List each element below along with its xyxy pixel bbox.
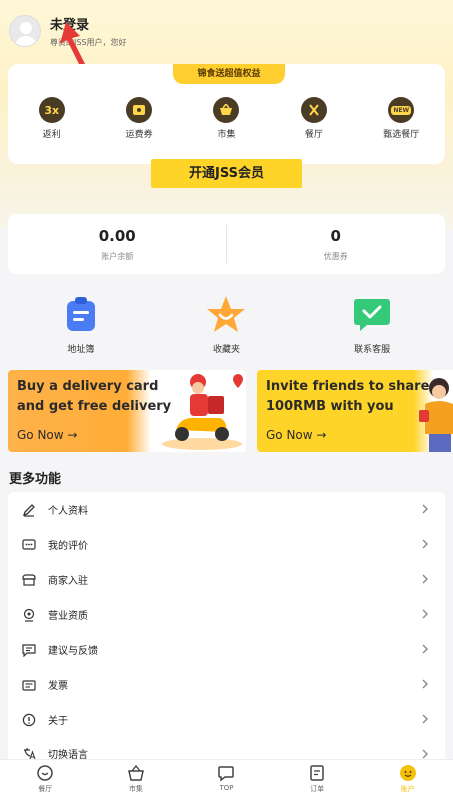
bottom-tab-bar: 餐厅 市集 TOP 订单 账户	[0, 759, 453, 795]
comment-icon	[22, 538, 36, 552]
coupon-icon	[126, 97, 153, 123]
tab-account[interactable]: 账户	[362, 760, 453, 795]
balance-block[interactable]: 0.00 账户余额	[8, 214, 227, 274]
balance-label: 账户余额	[101, 252, 134, 261]
chevron-right-icon	[422, 574, 428, 584]
rebate-icon: 3x	[38, 97, 65, 123]
delivery-card-banner[interactable]: Buy a delivery card and get free deliver…	[8, 370, 246, 452]
balance-value: 0.00	[98, 227, 136, 245]
benefit-market[interactable]: 市集	[191, 97, 261, 140]
benefit-label: 运费券	[125, 130, 153, 140]
menu-item-label: 关于	[48, 716, 68, 727]
wallet-card: 0.00 账户余额 0 优惠券	[8, 214, 445, 274]
benefit-label: 返利	[42, 130, 61, 140]
shortcut-label: 联系客服	[354, 345, 391, 355]
account-tab-icon	[399, 764, 417, 782]
coupon-label: 优惠券	[323, 252, 348, 261]
menu-item-label: 个人资料	[48, 506, 88, 517]
benefit-label: 市集	[217, 130, 236, 140]
shortcut-customer-service[interactable]: 联系客服	[322, 294, 422, 355]
chevron-right-icon	[422, 609, 428, 619]
language-icon	[22, 746, 36, 760]
benefit-selected-restaurant[interactable]: NEW 甄选餐厅	[366, 97, 436, 140]
benefit-restaurant[interactable]: 餐厅	[279, 97, 349, 140]
menu-item-label: 发票	[48, 681, 68, 692]
chevron-right-icon	[422, 504, 428, 514]
shortcut-label: 收藏夹	[212, 345, 240, 355]
coupon-block[interactable]: 0 优惠券	[227, 214, 446, 274]
menu-item-merchant-join[interactable]: 商家入驻	[8, 562, 445, 597]
shortcut-favorites[interactable]: 收藏夹	[176, 294, 276, 355]
menu-item-profile[interactable]: 个人资料	[8, 492, 445, 527]
chevron-right-icon	[422, 644, 428, 654]
benefits-tag: 锦食送超值权益	[173, 64, 285, 84]
store-icon	[22, 573, 36, 587]
tab-top[interactable]: TOP	[181, 760, 272, 795]
utensils-icon	[300, 97, 327, 123]
benefit-label: 餐厅	[304, 130, 323, 140]
star-icon	[206, 294, 246, 334]
menu-item-about[interactable]: 关于	[8, 702, 445, 737]
benefit-shipping-coupon[interactable]: 运费券	[104, 97, 174, 140]
certificate-icon	[22, 608, 36, 622]
tab-market[interactable]: 市集	[91, 760, 182, 795]
benefit-label: 甄选餐厅	[383, 130, 420, 140]
more-functions-title: 更多功能	[9, 472, 62, 487]
address-book-icon	[61, 294, 101, 334]
more-functions-menu: 个人资料 我的评价 商家入驻 营业资质 建议与反馈 发票 关于 切换语言	[8, 492, 445, 769]
market-tab-icon	[127, 764, 145, 782]
open-vip-button[interactable]: 开通JSS会员	[151, 159, 302, 188]
shortcut-address-book[interactable]: 地址簿	[31, 294, 131, 355]
tab-restaurant[interactable]: 餐厅	[0, 760, 91, 795]
menu-item-reviews[interactable]: 我的评价	[8, 527, 445, 562]
chat-check-icon	[352, 294, 392, 334]
invite-friends-banner[interactable]: Invite friends to share 100RMB with you …	[257, 370, 453, 452]
info-icon	[22, 713, 36, 727]
avatar[interactable]	[9, 15, 41, 47]
divider	[226, 225, 227, 263]
coupon-value: 0	[330, 227, 341, 245]
benefit-rebate[interactable]: 3x 返利	[17, 97, 87, 140]
menu-item-label: 营业资质	[48, 611, 88, 622]
benefits-card: 锦食送超值权益 3x 返利 运费券 市集 餐厅 NEW 甄选餐厅	[8, 64, 445, 164]
feedback-icon	[22, 643, 36, 657]
menu-item-invoice[interactable]: 发票	[8, 667, 445, 702]
basket-icon	[213, 97, 240, 123]
promo-title: Invite friends to share 100RMB with you	[266, 379, 430, 414]
orders-tab-icon	[308, 764, 326, 782]
new-badge-icon: NEW	[388, 97, 415, 123]
chevron-right-icon	[422, 679, 428, 689]
go-now-link[interactable]: Go Now →	[17, 428, 77, 442]
chevron-right-icon	[422, 714, 428, 724]
delivery-rider-icon	[162, 374, 243, 450]
tab-label: 账户	[400, 785, 415, 793]
edit-icon	[22, 503, 36, 517]
menu-item-label: 建议与反馈	[48, 646, 98, 657]
go-now-link[interactable]: Go Now →	[266, 428, 326, 442]
shortcut-label: 地址簿	[67, 345, 95, 355]
chevron-right-icon	[422, 539, 428, 549]
tab-label: 餐厅	[38, 785, 53, 793]
menu-item-feedback[interactable]: 建议与反馈	[8, 632, 445, 667]
menu-item-business-license[interactable]: 营业资质	[8, 597, 445, 632]
invoice-icon	[22, 678, 36, 692]
woman-illustration-icon	[419, 378, 453, 452]
restaurant-tab-icon	[36, 764, 54, 782]
tab-label: 订单	[310, 785, 325, 793]
menu-item-label: 我的评价	[48, 541, 88, 552]
top-tab-icon	[217, 764, 235, 782]
tab-label: TOP	[219, 784, 234, 792]
tab-label: 市集	[128, 785, 143, 793]
promo-title: Buy a delivery card and get free deliver…	[17, 379, 172, 414]
menu-item-label: 商家入驻	[48, 576, 88, 587]
tab-orders[interactable]: 订单	[272, 760, 363, 795]
